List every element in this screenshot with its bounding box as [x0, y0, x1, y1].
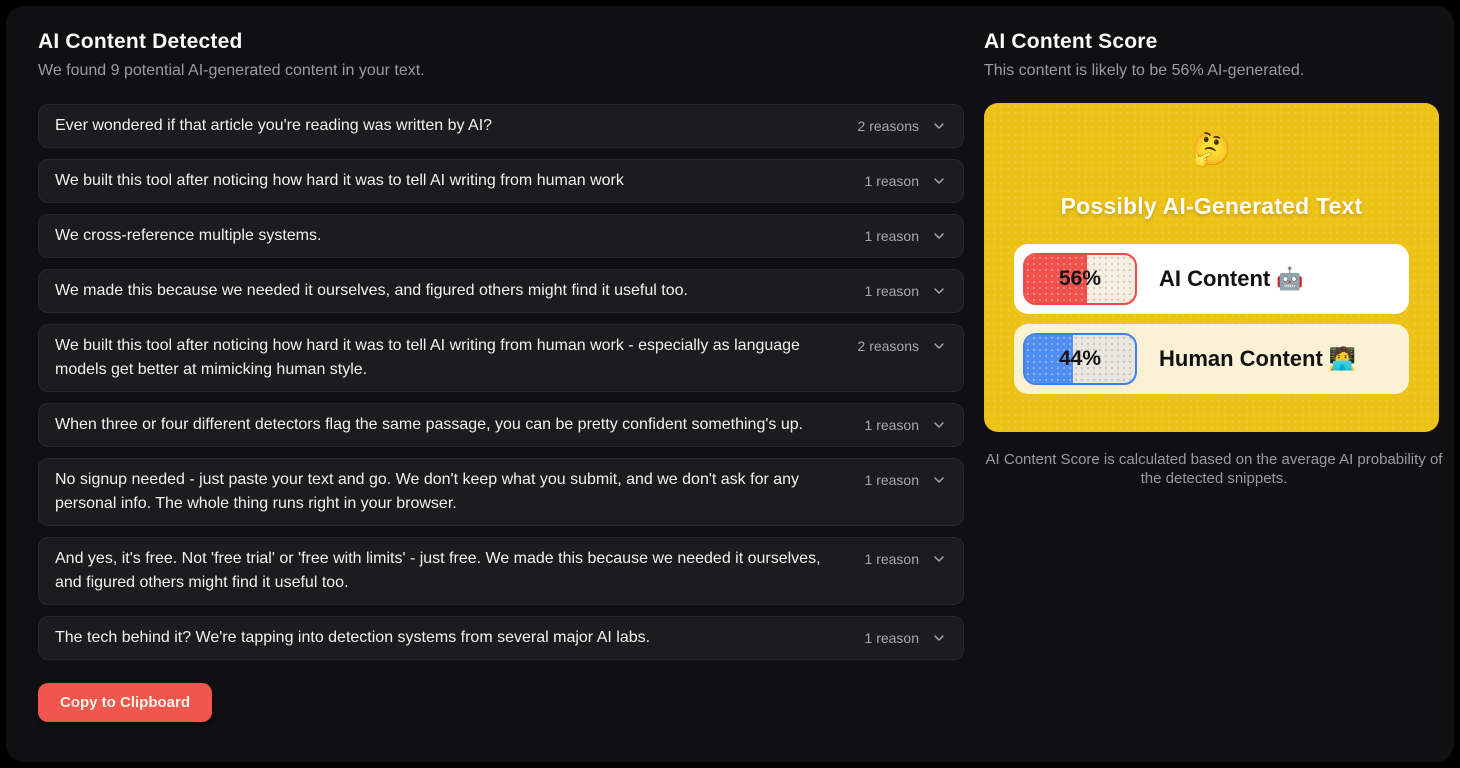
snippet-text: No signup needed - just paste your text …: [55, 468, 865, 516]
snippet-text: We built this tool after noticing how ha…: [55, 334, 858, 382]
snippet-row[interactable]: We built this tool after noticing how ha…: [38, 159, 964, 203]
snippet-row[interactable]: We cross-reference multiple systems. 1 r…: [38, 214, 964, 258]
chevron-down-icon: [931, 417, 947, 433]
score-row: 44% Human Content 🧑‍💻: [1014, 324, 1409, 394]
detected-content-panel: AI Content Detected We found 9 potential…: [38, 6, 964, 762]
snippet-row[interactable]: No signup needed - just paste your text …: [38, 458, 964, 526]
verdict-title: Possibly AI-Generated Text: [1014, 193, 1409, 220]
snippet-row[interactable]: The tech behind it? We're tapping into d…: [38, 616, 964, 660]
score-subtitle: This content is likely to be 56% AI-gene…: [984, 62, 1439, 80]
snippet-row[interactable]: We built this tool after noticing how ha…: [38, 324, 964, 392]
score-label: Human Content: [1159, 346, 1323, 372]
chevron-down-icon: [931, 118, 947, 134]
snippet-text: We cross-reference multiple systems.: [55, 224, 865, 248]
chevron-down-icon: [931, 173, 947, 189]
reason-toggle: 1 reason: [865, 626, 947, 650]
score-progress-bar: 56%: [1023, 253, 1137, 305]
snippet-text: When three or four different detectors f…: [55, 413, 865, 437]
score-progress-bar: 44%: [1023, 333, 1137, 385]
reason-count: 1 reason: [865, 417, 919, 433]
reason-count: 1 reason: [865, 472, 919, 488]
score-emoji-icon: 🤖: [1276, 266, 1303, 292]
reason-toggle: 1 reason: [865, 224, 947, 248]
snippet-text: Ever wondered if that article you're rea…: [55, 114, 858, 138]
score-percent: 56%: [1025, 255, 1135, 303]
reason-toggle: 1 reason: [865, 169, 947, 193]
reason-count: 1 reason: [865, 173, 919, 189]
copy-to-clipboard-button[interactable]: Copy to Clipboard: [38, 683, 212, 722]
score-panel: AI Content Score This content is likely …: [984, 6, 1439, 762]
snippet-text: We built this tool after noticing how ha…: [55, 169, 865, 193]
score-rows: 56% AI Content 🤖 44% Human Content 🧑‍💻: [1014, 244, 1409, 394]
snippet-row[interactable]: We made this because we needed it oursel…: [38, 269, 964, 313]
reason-count: 1 reason: [865, 228, 919, 244]
chevron-down-icon: [931, 228, 947, 244]
chevron-down-icon: [931, 630, 947, 646]
score-title: AI Content Score: [984, 30, 1439, 54]
snippet-row[interactable]: When three or four different detectors f…: [38, 403, 964, 447]
score-footnote: AI Content Score is calculated based on …: [984, 450, 1444, 488]
snippet-text: The tech behind it? We're tapping into d…: [55, 626, 865, 650]
score-label: AI Content: [1159, 266, 1270, 292]
snippet-row[interactable]: Ever wondered if that article you're rea…: [38, 104, 964, 148]
reason-count: 2 reasons: [858, 118, 919, 134]
chevron-down-icon: [931, 283, 947, 299]
snippet-text: And yes, it's free. Not 'free trial' or …: [55, 547, 865, 595]
reason-toggle: 2 reasons: [858, 114, 947, 138]
reason-toggle: 1 reason: [865, 547, 947, 571]
chevron-down-icon: [931, 472, 947, 488]
score-emoji-icon: 🧑‍💻: [1329, 346, 1356, 372]
reason-toggle: 1 reason: [865, 468, 947, 492]
chevron-down-icon: [931, 338, 947, 354]
score-percent: 44%: [1025, 335, 1135, 383]
page-title: AI Content Detected: [38, 30, 964, 54]
thinking-face-icon: 🤔: [1014, 133, 1409, 165]
reason-toggle: 1 reason: [865, 279, 947, 303]
snippet-row[interactable]: And yes, it's free. Not 'free trial' or …: [38, 537, 964, 605]
reason-count: 2 reasons: [858, 338, 919, 354]
score-row: 56% AI Content 🤖: [1014, 244, 1409, 314]
page-subtitle: We found 9 potential AI-generated conten…: [38, 62, 964, 80]
reason-toggle: 1 reason: [865, 413, 947, 437]
snippet-list: Ever wondered if that article you're rea…: [38, 104, 964, 660]
reason-toggle: 2 reasons: [858, 334, 947, 358]
reason-count: 1 reason: [865, 630, 919, 646]
app-window: AI Content Detected We found 9 potential…: [6, 6, 1454, 762]
reason-count: 1 reason: [865, 283, 919, 299]
score-card: 🤔 Possibly AI-Generated Text 56% AI Cont…: [984, 103, 1439, 432]
chevron-down-icon: [931, 551, 947, 567]
reason-count: 1 reason: [865, 551, 919, 567]
snippet-text: We made this because we needed it oursel…: [55, 279, 865, 303]
